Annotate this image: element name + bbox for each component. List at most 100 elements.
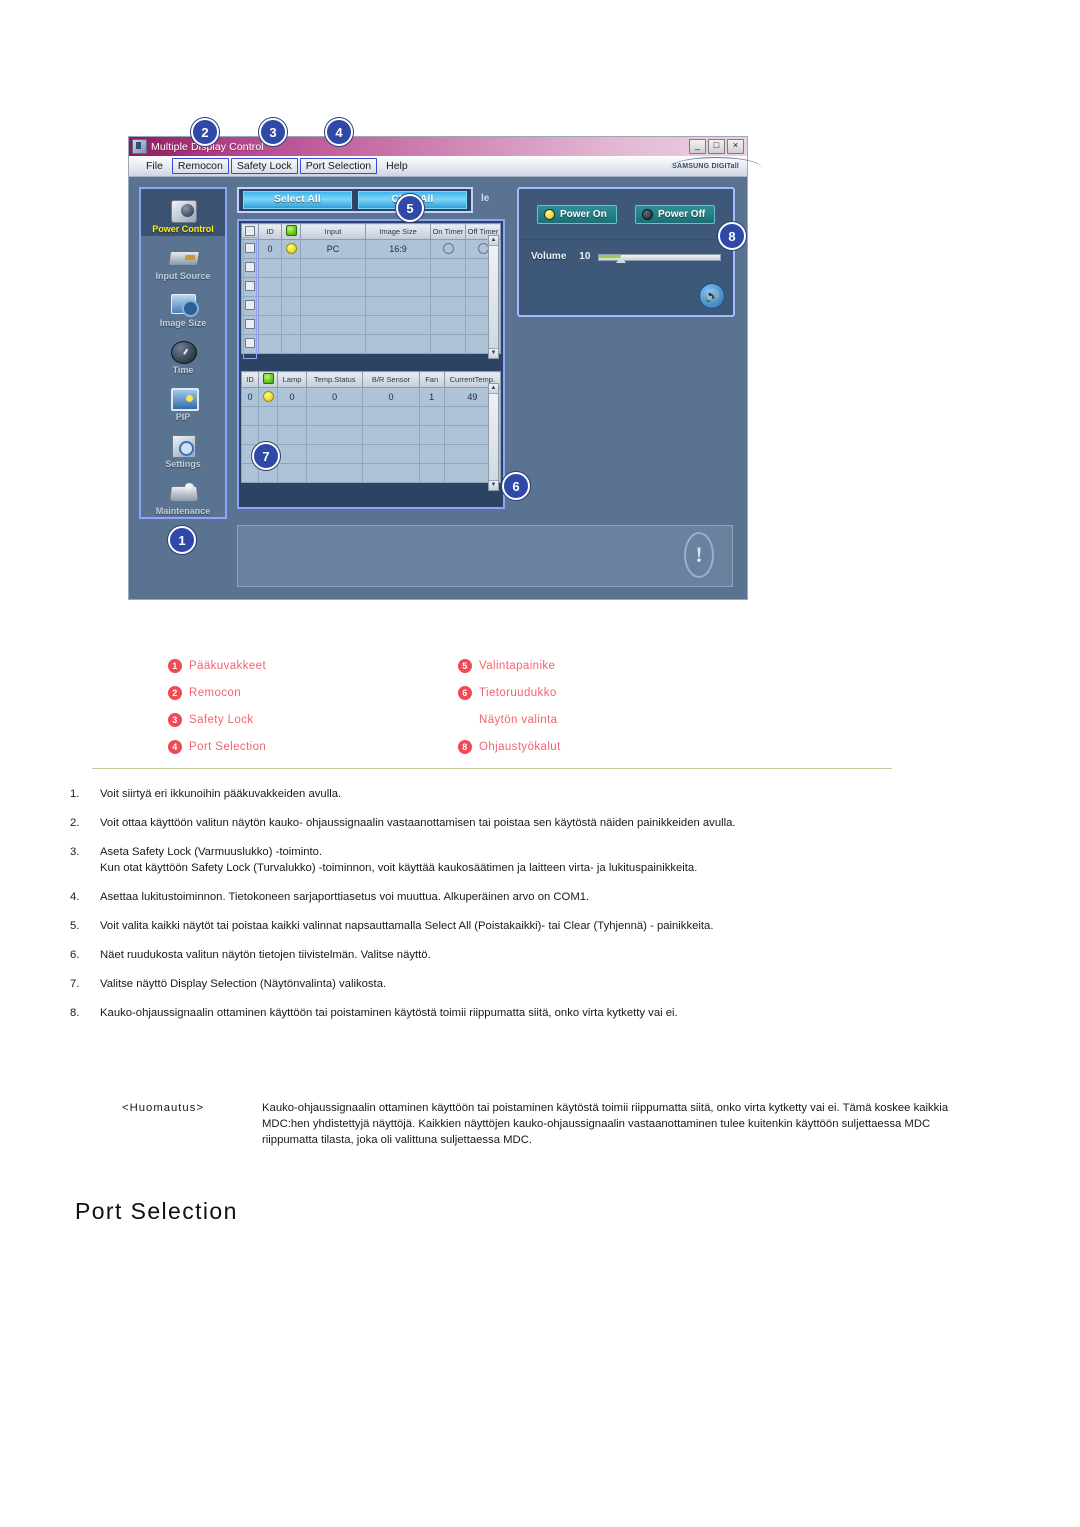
sidebar-item-settings[interactable]: Settings [141, 424, 225, 471]
table-row[interactable]: 0 PC 16:9 [241, 239, 501, 259]
menu-item-safety-lock[interactable]: Safety Lock [230, 158, 298, 174]
table-row[interactable] [241, 406, 502, 426]
display-table-scrollbar[interactable]: ▲ ▼ [488, 235, 499, 359]
table-row[interactable] [241, 258, 501, 278]
callout-badge-2: 2 [191, 118, 219, 146]
scroll-up-icon[interactable]: ▲ [489, 236, 498, 246]
col-id[interactable]: ID [241, 371, 259, 388]
cell-empty [365, 277, 431, 297]
status-table-scrollbar[interactable]: ▲ ▼ [488, 383, 499, 491]
legend-number: 4 [168, 739, 182, 754]
cell-empty [418, 444, 445, 464]
scroll-up-icon[interactable]: ▲ [489, 384, 498, 394]
sidebar-label: Time [172, 365, 194, 375]
table-row[interactable] [241, 463, 502, 483]
scroll-down-icon[interactable]: ▼ [489, 348, 498, 358]
menu-item-help[interactable]: Help [379, 159, 415, 173]
cell-empty [277, 444, 307, 464]
col-id[interactable]: ID [258, 223, 282, 240]
step-text: Näet ruudukosta valitun näytön tietojen … [100, 949, 431, 961]
list-item: 8. Kauko-ohjaussignaalin ottaminen käytt… [70, 1005, 950, 1021]
menu-item-file[interactable]: File [139, 159, 170, 173]
volume-slider[interactable] [598, 252, 721, 263]
sidebar-item-pip[interactable]: PIP [141, 377, 225, 424]
power-on-led-icon [544, 208, 555, 220]
status-table: ID Lamp Temp.Status B/R Sensor Fan Curre… [241, 371, 502, 483]
cell-empty [300, 315, 366, 335]
control-tools-panel: Power On Power Off Volume 10 🔊 [517, 187, 735, 317]
col-fan[interactable]: Fan [418, 371, 445, 388]
power-on-button[interactable]: Power On [537, 204, 617, 224]
legend-label: Tietoruudukko [479, 686, 557, 699]
note-label: <Huomautus> [122, 1102, 204, 1114]
cell-empty [362, 444, 420, 464]
table-row[interactable]: 0 0 0 0 1 49 [241, 387, 502, 407]
slider-thumb[interactable] [616, 256, 627, 263]
scroll-down-icon[interactable]: ▼ [489, 480, 498, 490]
col-temp-status[interactable]: Temp.Status [305, 371, 364, 388]
cell-empty [430, 334, 466, 354]
list-item: 2. Voit ottaa käyttöön valitun näytön ka… [70, 815, 950, 831]
time-icon [168, 340, 198, 364]
sidebar-item-time[interactable]: Time [141, 330, 225, 377]
settings-icon [168, 434, 198, 458]
minimize-button[interactable]: _ [689, 139, 706, 154]
cell-empty [258, 406, 278, 426]
selection-trailing-text: le [481, 193, 490, 204]
power-off-button[interactable]: Power Off [635, 204, 715, 224]
cell-empty [258, 296, 282, 316]
col-input[interactable]: Input [300, 223, 366, 240]
table-row[interactable] [241, 444, 502, 464]
menu-item-remocon[interactable]: Remocon [171, 158, 229, 174]
legend-number: 5 [458, 658, 472, 673]
instruction-list: 1. Voit siirtyä eri ikkunoihin pääkuvakk… [70, 786, 950, 1034]
legend-label: Näytön valinta [479, 713, 558, 726]
cell-empty [277, 425, 307, 445]
cell-br-sensor: 0 [362, 387, 420, 407]
menu-bar: File Remocon Safety Lock Port Selection … [129, 156, 763, 177]
col-on-timer[interactable]: On Timer [430, 223, 466, 240]
legend-item: 2 Remocon [168, 679, 266, 706]
cell-empty [430, 315, 466, 335]
col-lamp[interactable]: Lamp [277, 371, 307, 388]
speaker-icon[interactable]: 🔊 [699, 283, 725, 309]
display-table-box: ID Input Image Size On Timer Off Timer 0… [241, 223, 501, 361]
power-off-label: Power Off [658, 208, 706, 220]
col-power-icon[interactable] [281, 223, 301, 240]
list-item: 6. Näet ruudukosta valitun näytön tietoj… [70, 947, 950, 963]
step-text: Aseta Safety Lock (Varmuuslukko) -toimin… [100, 844, 950, 876]
col-image-size[interactable]: Image Size [365, 223, 431, 240]
col-power-icon[interactable] [258, 371, 278, 388]
maximize-button[interactable]: □ [708, 139, 725, 154]
legend-label: Pääkuvakkeet [189, 659, 267, 672]
table-row[interactable] [241, 277, 501, 297]
step-text-main: Aseta Safety Lock (Varmuuslukko) -toimin… [100, 846, 323, 858]
cell-empty [305, 406, 364, 426]
sidebar-item-input-source[interactable]: Input Source [141, 236, 225, 283]
cell-empty [281, 277, 301, 297]
table-row[interactable] [241, 315, 501, 335]
legend-label: Port Selection [189, 740, 267, 753]
select-all-button[interactable]: Select All [243, 191, 352, 209]
section-divider [92, 768, 892, 769]
col-br-sensor[interactable]: B/R Sensor [362, 371, 420, 388]
table-row[interactable] [241, 425, 502, 445]
cell-fan: 1 [418, 387, 445, 407]
power-on-label: Power On [560, 208, 607, 220]
legend-column-right: 5 Valintapainike 6 Tietoruudukko Näytön … [458, 652, 561, 760]
legend-number: 8 [458, 739, 472, 754]
table-row[interactable] [241, 296, 501, 316]
table-row[interactable] [241, 334, 501, 354]
sidebar-item-maintenance[interactable]: Maintenance [141, 471, 225, 518]
sidebar-item-image-size[interactable]: Image Size [141, 283, 225, 330]
step-number: 5. [70, 920, 80, 932]
step-number: 3. [70, 846, 80, 858]
callout-badge-4: 4 [325, 118, 353, 146]
legend-item: 5 Valintapainike [458, 652, 561, 679]
close-button[interactable]: × [727, 139, 744, 154]
callout-badge-1: 1 [168, 526, 196, 554]
cell-empty [281, 334, 301, 354]
cell-lamp: 0 [277, 387, 307, 407]
menu-item-port-selection[interactable]: Port Selection [299, 158, 378, 174]
sidebar-item-power-control[interactable]: Power Control [141, 189, 225, 236]
